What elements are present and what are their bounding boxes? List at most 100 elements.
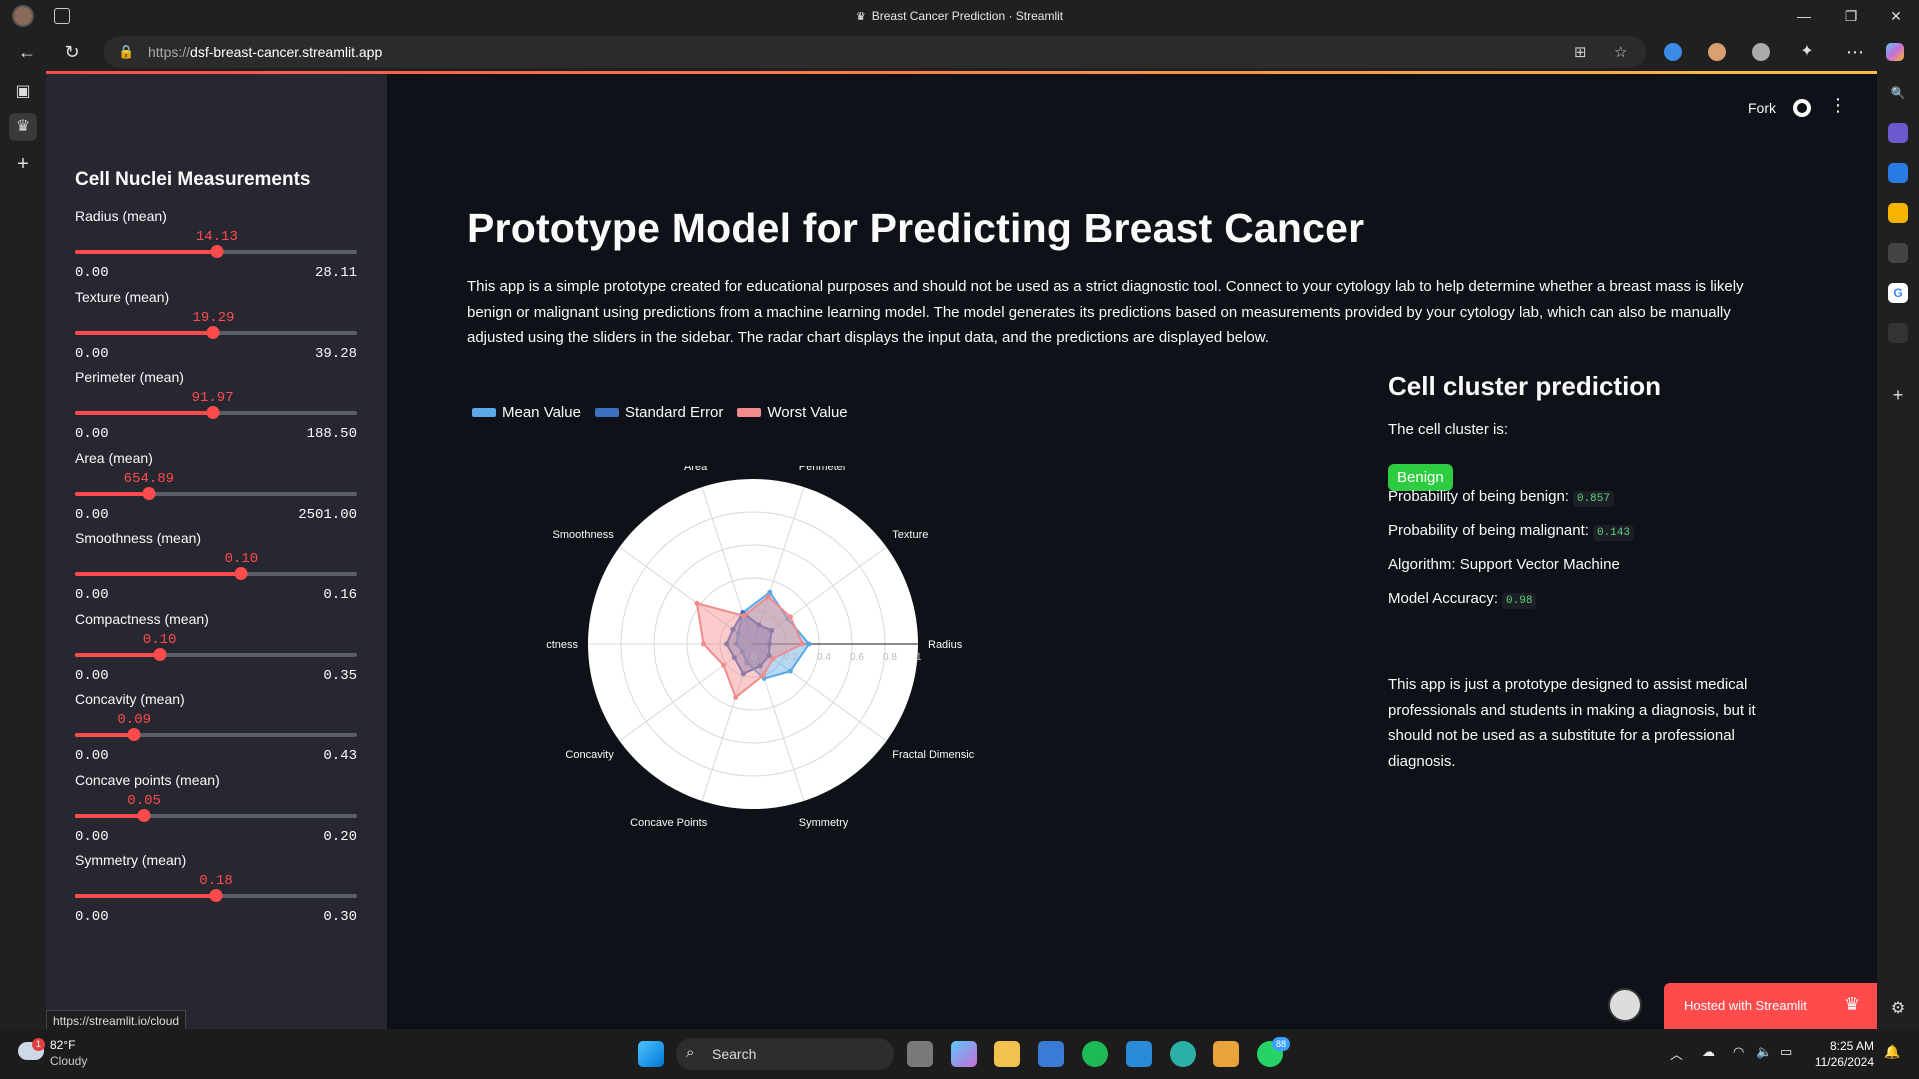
back-arrow-icon[interactable]: ← bbox=[16, 41, 38, 63]
copilot-taskbar-icon[interactable] bbox=[951, 1041, 977, 1067]
fork-button[interactable]: Fork bbox=[1748, 100, 1776, 116]
series-point[interactable] bbox=[787, 668, 793, 674]
github-icon[interactable] bbox=[1793, 99, 1811, 117]
add-sidebar-app-icon[interactable]: + bbox=[1888, 385, 1908, 405]
slider-track[interactable] bbox=[75, 813, 357, 818]
series-point[interactable] bbox=[694, 600, 700, 606]
slider-track[interactable] bbox=[75, 491, 357, 496]
battery-icon[interactable]: ▭ bbox=[1780, 1044, 1792, 1060]
extension-blue-icon[interactable] bbox=[1664, 43, 1682, 61]
series-point[interactable] bbox=[765, 594, 771, 600]
slider-value: 91.97 bbox=[191, 390, 234, 406]
google-icon[interactable]: G bbox=[1888, 283, 1908, 303]
slider-max: 0.16 bbox=[323, 587, 357, 603]
file-explorer-icon[interactable] bbox=[994, 1041, 1020, 1067]
store-icon[interactable] bbox=[1038, 1041, 1064, 1067]
extension-grey-icon[interactable] bbox=[1752, 43, 1770, 61]
slider-thumb[interactable] bbox=[142, 486, 156, 500]
series-point[interactable] bbox=[741, 613, 747, 619]
slider-fill bbox=[75, 411, 213, 415]
wifi-icon[interactable]: ◠ bbox=[1733, 1044, 1744, 1060]
sidebar-app-1-icon[interactable] bbox=[1888, 123, 1908, 143]
series-point[interactable] bbox=[787, 614, 793, 620]
slider-thumb[interactable] bbox=[127, 728, 141, 741]
series-point[interactable] bbox=[733, 694, 739, 700]
hosted-with-streamlit-badge[interactable]: Hosted with Streamlit ♛ bbox=[1664, 983, 1877, 1029]
series-point[interactable] bbox=[806, 641, 812, 647]
legend-item-se[interactable]: Standard Error bbox=[594, 404, 723, 421]
copilot-icon[interactable] bbox=[1886, 43, 1904, 61]
extensions-puzzle-icon[interactable]: ✦ bbox=[1796, 41, 1818, 63]
legend-swatch-mean bbox=[472, 408, 496, 417]
settings-gear-icon[interactable]: ⚙ bbox=[1888, 999, 1908, 1019]
series-point[interactable] bbox=[760, 672, 766, 678]
app-menu-icon[interactable]: ⋮ bbox=[1829, 95, 1847, 116]
taskbar-search[interactable]: ⌕ Search bbox=[676, 1038, 894, 1070]
series-point[interactable] bbox=[770, 656, 776, 662]
slider-track[interactable] bbox=[75, 572, 357, 576]
windows-start-icon[interactable] bbox=[638, 1041, 664, 1067]
slider-track[interactable] bbox=[75, 733, 357, 737]
legend-item-mean[interactable]: Mean Value bbox=[472, 404, 581, 421]
slider[interactable]: Symmetry (mean) 0.18 0.00 0.30 bbox=[75, 852, 357, 932]
refresh-icon[interactable]: ↻ bbox=[61, 41, 83, 63]
extension-face-icon[interactable] bbox=[1708, 43, 1726, 61]
series-point[interactable] bbox=[721, 662, 727, 668]
close-icon[interactable]: ✕ bbox=[1886, 6, 1906, 26]
slider-track[interactable] bbox=[75, 652, 357, 657]
series-point[interactable] bbox=[800, 641, 805, 647]
series-point[interactable] bbox=[767, 589, 773, 595]
vscode-icon[interactable] bbox=[1126, 1041, 1152, 1067]
slider[interactable]: Area (mean) 654.89 0.00 2501.00 bbox=[75, 450, 357, 530]
restore-icon[interactable]: ❐ bbox=[1841, 6, 1861, 26]
volume-icon[interactable]: 🔈 bbox=[1756, 1044, 1772, 1060]
tab-streamlit-icon[interactable]: ♛ bbox=[9, 113, 37, 141]
slider[interactable]: Radius (mean) 14.13 0.00 28.11 bbox=[75, 208, 357, 288]
radar-chart[interactable]: 0 0.2 0.4 0.6 0.8 1 Radius Texture Perimeter Area… bbox=[546, 466, 986, 906]
slider-label: Concave points (mean) bbox=[75, 771, 220, 788]
slider-thumb[interactable] bbox=[137, 808, 151, 822]
slider-thumb[interactable] bbox=[234, 567, 248, 580]
slider[interactable]: Compactness (mean) 0.10 0.00 0.35 bbox=[75, 611, 357, 691]
sidebar-app-6-icon[interactable] bbox=[1888, 323, 1908, 343]
drive-icon[interactable] bbox=[1888, 203, 1908, 223]
series-point[interactable] bbox=[701, 641, 706, 647]
outlook-icon[interactable] bbox=[1888, 163, 1908, 183]
slider-fill bbox=[75, 491, 149, 496]
slider-thumb[interactable] bbox=[206, 406, 220, 419]
notification-bell-icon[interactable]: 🔔 bbox=[1884, 1044, 1900, 1060]
edge-icon[interactable] bbox=[1170, 1041, 1196, 1067]
user-avatar[interactable] bbox=[1608, 988, 1642, 1022]
tabs-icon[interactable]: ▣ bbox=[12, 81, 34, 103]
address-bar[interactable]: 🔒 https://dsf-breast-cancer.streamlit.ap… bbox=[104, 36, 1646, 68]
slider-thumb[interactable] bbox=[206, 325, 220, 339]
taskbar-clock[interactable]: 8:25 AM 11/26/2024 bbox=[1810, 1038, 1874, 1070]
tray-chevron-icon[interactable]: ︿ bbox=[1670, 1044, 1683, 1063]
radar-axis-label: Area bbox=[684, 466, 708, 473]
slider-fill bbox=[75, 652, 160, 657]
radial-tick-label: 0.2 bbox=[784, 652, 798, 663]
slider-thumb[interactable] bbox=[209, 889, 223, 902]
app-install-icon[interactable]: ⊞ bbox=[1574, 43, 1587, 61]
slider-min: 0.00 bbox=[75, 265, 109, 281]
search-icon[interactable]: 🔍 bbox=[1888, 83, 1908, 103]
task-view-icon[interactable] bbox=[907, 1041, 933, 1067]
more-menu-icon[interactable]: ⋯ bbox=[1844, 41, 1866, 63]
slider-thumb[interactable] bbox=[210, 245, 224, 258]
legend-item-worst[interactable]: Worst Value bbox=[737, 404, 848, 421]
slider[interactable]: Smoothness (mean) 0.10 0.00 0.16 bbox=[75, 530, 357, 610]
slider-thumb[interactable] bbox=[153, 647, 167, 661]
taskbar-app-icon[interactable] bbox=[1213, 1041, 1239, 1067]
favorite-star-icon[interactable]: ☆ bbox=[1614, 43, 1627, 61]
slider-min: 0.00 bbox=[75, 345, 109, 362]
slider-fill bbox=[75, 250, 217, 254]
minimize-icon[interactable]: — bbox=[1794, 6, 1814, 26]
slider[interactable]: Concave points (mean) 0.05 0.00 0.20 bbox=[75, 772, 357, 852]
slider[interactable]: Perimeter (mean) 91.97 0.00 188.50 bbox=[75, 369, 357, 449]
sidebar-app-4-icon[interactable] bbox=[1888, 243, 1908, 263]
new-tab-plus-icon[interactable]: + bbox=[12, 153, 34, 175]
spotify-icon[interactable] bbox=[1082, 1041, 1108, 1067]
slider[interactable]: Concavity (mean) 0.09 0.00 0.43 bbox=[75, 691, 357, 771]
slider[interactable]: Texture (mean) 19.29 0.00 39.28 bbox=[75, 289, 357, 369]
onedrive-icon[interactable]: ☁ bbox=[1702, 1044, 1715, 1060]
